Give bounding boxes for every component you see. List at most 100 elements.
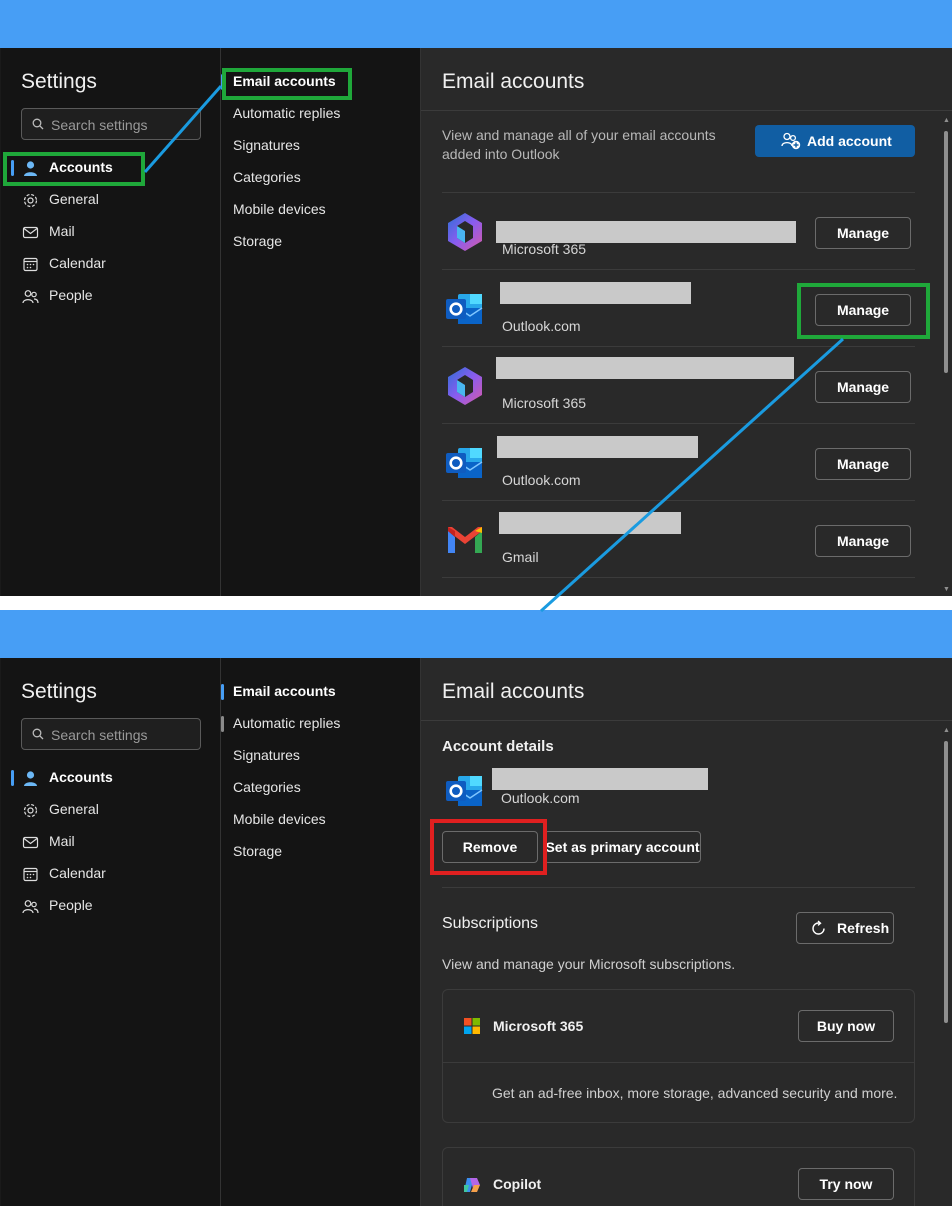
account-row: Microsoft 365 Manage (442, 347, 915, 424)
search-icon (32, 728, 44, 740)
nav-item-calendar[interactable]: Calendar (1, 859, 220, 889)
refresh-label: Refresh (837, 920, 890, 936)
subnav-signatures[interactable]: Signatures (221, 741, 420, 771)
subscription-card-microsoft-365: Microsoft 365 Buy now Get an ad-free inb… (442, 989, 915, 1123)
try-now-button[interactable]: Try now (798, 1168, 894, 1200)
outlook-logo (446, 294, 483, 324)
subnav-categories[interactable]: Categories (221, 163, 420, 193)
nav-item-people[interactable]: People (1, 281, 220, 311)
subscriptions-description: View and manage your Microsoft subscript… (442, 956, 736, 972)
nav-item-mail[interactable]: Mail (1, 827, 220, 857)
buy-now-button[interactable]: Buy now (798, 1010, 894, 1042)
manage-button[interactable]: Manage (815, 217, 911, 249)
nav-item-label: Accounts (49, 769, 113, 785)
nav-item-mail[interactable]: Mail (1, 217, 220, 247)
add-account-label: Add account (807, 133, 892, 149)
settings-panel-top: Settings Search settings Accounts Genera… (0, 48, 952, 596)
nav-item-label: Calendar (49, 865, 106, 881)
scrollbar[interactable]: ▲ (943, 727, 950, 1203)
page-title: Email accounts (442, 70, 585, 93)
refresh-icon (812, 920, 825, 935)
settings-nav: Settings Search settings Accounts Genera… (1, 658, 221, 1206)
account-row: Microsoft 365 Manage (442, 193, 915, 270)
manage-button[interactable]: Manage (815, 371, 911, 403)
calendar-icon (23, 257, 38, 272)
subnav-label: Signatures (233, 137, 300, 153)
nav-item-accounts[interactable]: Accounts (1, 763, 220, 793)
scroll-up-icon[interactable]: ▲ (943, 727, 950, 734)
nav-item-label: People (49, 897, 93, 913)
divider (442, 887, 915, 888)
search-placeholder: Search settings (51, 117, 148, 133)
person-icon (24, 771, 37, 786)
subnav-email-accounts[interactable]: Email accounts (221, 67, 420, 97)
people-icon (22, 290, 39, 304)
account-type: Outlook.com (502, 318, 581, 334)
refresh-button[interactable]: Refresh (796, 912, 894, 944)
manage-button[interactable]: Manage (815, 294, 911, 326)
scrollbar-thumb[interactable] (944, 741, 948, 1023)
page-title: Email accounts (442, 680, 585, 703)
search-settings-input[interactable]: Search settings (21, 718, 201, 750)
microsoft-365-logo (448, 213, 482, 251)
subnav-automatic-replies[interactable]: Automatic replies (221, 709, 420, 739)
calendar-icon (23, 867, 38, 882)
settings-nav: Settings Search settings Accounts Genera… (1, 48, 221, 596)
nav-item-label: Mail (49, 833, 75, 849)
nav-item-label: General (49, 801, 99, 817)
subnav-email-accounts[interactable]: Email accounts (221, 677, 420, 707)
redacted-email (497, 436, 698, 458)
divider (443, 1062, 914, 1063)
account-type: Outlook.com (502, 472, 581, 488)
account-row: Outlook.com Manage (442, 424, 915, 501)
window-title-bar-top (0, 0, 952, 48)
set-primary-account-button[interactable]: Set as primary account (544, 831, 701, 863)
remove-button[interactable]: Remove (442, 831, 538, 863)
manage-button[interactable]: Manage (815, 448, 911, 480)
accounts-subnav: Email accounts Automatic replies Signatu… (221, 658, 421, 1206)
account-row: Gmail Manage (442, 501, 915, 578)
copilot-logo (464, 1178, 480, 1192)
subnav-signatures[interactable]: Signatures (221, 131, 420, 161)
nav-item-people[interactable]: People (1, 891, 220, 921)
email-accounts-content: Email accounts Account details Outlook.c… (421, 658, 952, 1206)
nav-item-accounts[interactable]: Accounts (1, 153, 220, 183)
subnav-storage[interactable]: Storage (221, 837, 420, 867)
scrollbar-thumb[interactable] (944, 131, 948, 373)
account-details-title: Account details (442, 738, 554, 755)
manage-button[interactable]: Manage (815, 525, 911, 557)
outlook-logo (446, 448, 483, 478)
add-person-icon (781, 132, 801, 150)
subnav-categories[interactable]: Categories (221, 773, 420, 803)
person-icon (24, 161, 37, 176)
email-accounts-content: Email accounts View and manage all of yo… (421, 48, 952, 596)
subscription-card-copilot: Copilot Try now (442, 1147, 915, 1206)
subnav-label: Categories (233, 779, 301, 795)
nav-item-calendar[interactable]: Calendar (1, 249, 220, 279)
subnav-storage[interactable]: Storage (221, 227, 420, 257)
scroll-up-icon[interactable]: ▲ (943, 117, 950, 124)
subscription-name: Copilot (493, 1176, 542, 1192)
nav-item-general[interactable]: General (1, 795, 220, 825)
account-type: Outlook.com (501, 790, 580, 806)
intro-text: View and manage all of your email accoun… (442, 127, 716, 162)
subnav-label: Storage (233, 843, 283, 859)
add-account-button[interactable]: Add account (755, 125, 915, 157)
search-settings-input[interactable]: Search settings (21, 108, 201, 140)
settings-title: Settings (21, 680, 97, 703)
gear-icon (23, 193, 38, 208)
redacted-email (492, 768, 708, 790)
subnav-mobile-devices[interactable]: Mobile devices (221, 195, 420, 225)
nav-item-general[interactable]: General (1, 185, 220, 215)
subnav-automatic-replies[interactable]: Automatic replies (221, 99, 420, 129)
subnav-label: Email accounts (233, 683, 336, 699)
scrollbar[interactable]: ▲ ▼ (943, 117, 950, 593)
accounts-list: Microsoft 365 Manage Outlook.com Manage … (442, 192, 915, 578)
subscriptions-title: Subscriptions (442, 915, 539, 932)
account-row: Outlook.com Manage (442, 270, 915, 347)
account-type: Microsoft 365 (502, 395, 587, 411)
subnav-label: Mobile devices (233, 201, 326, 217)
account-type: Microsoft 365 (502, 241, 587, 257)
scroll-down-icon[interactable]: ▼ (943, 586, 950, 593)
subnav-mobile-devices[interactable]: Mobile devices (221, 805, 420, 835)
